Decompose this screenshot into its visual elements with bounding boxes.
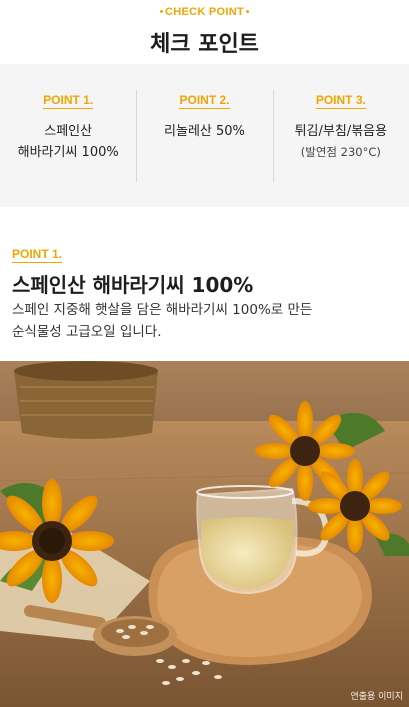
dot-icon <box>246 9 250 13</box>
point-card-3: POINT 3. 튀김/부침/볶음용 (발연점 230°C) <box>272 64 409 207</box>
point-text: 튀김/부침/볶음용 (발연점 230°C) <box>273 121 409 163</box>
point-label: POINT 3. <box>315 93 366 109</box>
point-text: 리놀레산 50% <box>164 124 245 139</box>
basket-icon <box>14 361 158 439</box>
smoke-point-note: (발연점 230°C) <box>300 145 381 159</box>
point-label: POINT 2. <box>179 93 230 109</box>
detail-point-label: POINT 1. <box>12 247 63 263</box>
check-point-eyebrow: CHECK POINT <box>0 6 409 18</box>
dot-icon <box>159 9 163 13</box>
detail-title: 스페인산 해바라기씨 100% <box>12 273 254 297</box>
photo-caption: 연출용 이미지 <box>350 692 403 702</box>
section-header: CHECK POINT 체크 포인트 <box>0 0 409 64</box>
detail-description: 스페인 지중해 햇살을 담은 해바라기씨 100%로 만든 순식물성 고급오일 … <box>12 302 313 340</box>
point-label: POINT 1. <box>43 93 94 109</box>
sunflower-oil-illustration <box>0 361 409 707</box>
check-points-panel: POINT 1. 스페인산 해바라기씨 100% POINT 2. 리놀레산 5… <box>0 64 409 207</box>
point-card-2: POINT 2. 리놀레산 50% <box>136 64 272 207</box>
point-text: 스페인산 해바라기씨 100% <box>17 124 119 160</box>
page-title: 체크 포인트 <box>150 32 259 57</box>
point-detail-section: POINT 1. 스페인산 해바라기씨 100% 스페인 지중해 햇살을 담은 … <box>0 207 409 361</box>
product-photo: 연출용 이미지 <box>0 361 409 707</box>
point-card-1: POINT 1. 스페인산 해바라기씨 100% <box>0 64 136 207</box>
